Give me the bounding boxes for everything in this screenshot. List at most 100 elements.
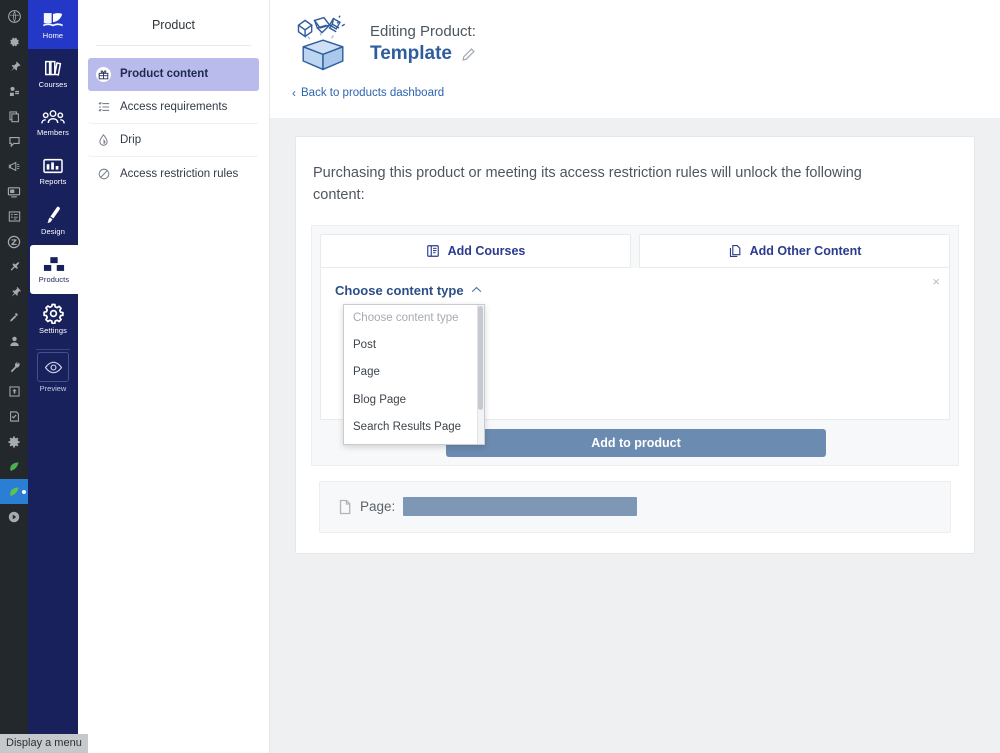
users-icon[interactable] [0,329,28,354]
dropdown-scrollbar-thumb[interactable] [478,305,483,410]
water-drop-icon [96,133,111,148]
sidebar-item-preview[interactable]: Preview [28,352,78,393]
add-to-product-button[interactable]: Add to product [446,428,826,457]
preview-label: Preview [39,384,67,393]
zero-bs-crm-icon[interactable] [0,229,28,254]
book-leaf-icon [43,12,63,26]
add-other-content-button[interactable]: Add Other Content [639,233,950,268]
dropdown-option[interactable]: Choose content type [344,305,484,332]
content-scroll-area: Purchasing this product or meeting its a… [270,118,1000,753]
sidebar-item-members[interactable]: Members [28,98,78,147]
choose-content-type-toggle[interactable]: Choose content type [335,283,482,298]
preview-icon-box [37,352,69,382]
sidebar-item-reports[interactable]: Reports [28,147,78,196]
settings-gear-icon[interactable] [0,29,28,54]
add-courses-label: Add Courses [447,243,526,258]
selected-content-label: Page: [360,499,396,515]
leaf-active-icon[interactable] [0,479,28,504]
panel-item-drip[interactable]: Drip [88,124,259,157]
dropdown-option[interactable]: Archive [344,441,484,444]
page-header-text: Editing Product: Template [370,22,476,67]
comments-icon[interactable] [0,129,28,154]
sidebar-item-label: Home [42,30,64,40]
back-to-products-dashboard-link[interactable]: ‹ Back to products dashboard [292,86,444,100]
play-circle-icon[interactable] [0,504,28,529]
add-courses-button[interactable]: Add Courses [320,233,631,268]
wordpress-logo-icon[interactable] [0,4,28,29]
checklist-icon[interactable] [0,404,28,429]
dropdown-option[interactable]: Page [344,359,484,386]
page-title: Template [370,42,476,67]
panel-item-label: Access requirements [120,101,228,113]
list-checks-icon [96,100,111,115]
product-settings-panel: Product Product content Access requireme… [78,0,270,753]
forms-icon[interactable] [0,204,28,229]
add-other-content-label: Add Other Content [749,243,862,258]
content-type-dropdown[interactable]: Choose content type Post Page Blog Page … [343,303,485,445]
chevron-left-icon: ‹ [292,86,296,100]
book-open-icon [426,244,440,258]
product-name-text: Template [370,42,453,64]
content-builder-panel: Add Courses Add Other Content × Choose c… [311,224,959,466]
panel-item-label: Drip [120,134,142,146]
dropdown-scrollbar[interactable] [477,304,484,444]
page-header: Editing Product: Template ‹ Back to prod… [270,0,1000,102]
status-tooltip: Display a menu [0,734,88,753]
page-eyebrow: Editing Product: [370,22,476,40]
dropdown-option[interactable]: Blog Page [344,387,484,414]
card-heading: Purchasing this product or meeting its a… [313,165,862,204]
selected-content-value-redacted [403,497,638,517]
selected-content-row: Page: [319,480,951,533]
plugin-plug-icon[interactable] [0,279,28,304]
sidebar-item-label: Settings [39,325,67,335]
sidebar-item-home[interactable]: Home [28,0,78,49]
open-product-box-icon [290,14,356,74]
import-export-icon[interactable] [0,379,28,404]
no-entry-icon [96,166,111,181]
leaf-status-dot [22,490,26,494]
plugin-star-icon[interactable] [0,254,28,279]
page-header-row: Editing Product: Template [290,14,1000,74]
sidebar-item-products[interactable]: Products [30,245,78,294]
media-icon[interactable] [0,79,28,104]
panel-divider [96,45,251,46]
main-content-area: Editing Product: Template ‹ Back to prod… [270,0,1000,753]
settings-gear-2-icon[interactable] [0,429,28,454]
gift-box-icon [96,66,111,82]
panel-item-access-restriction-rules[interactable]: Access restriction rules [88,157,259,190]
leaf-icon[interactable] [0,454,28,479]
panel-item-product-content[interactable]: Product content [88,58,259,91]
sidebar-item-label: Members [37,128,69,137]
tools-wrench-icon[interactable] [0,354,28,379]
sidebar-item-label: Products [38,274,70,284]
megaphone-icon[interactable] [0,154,28,179]
appearance-monitor-icon[interactable] [0,179,28,204]
pages-icon[interactable] [0,104,28,129]
dropdown-option-list: Choose content type Post Page Blog Page … [344,304,484,444]
panel-item-label: Product content [120,68,209,80]
sidebar-item-settings[interactable]: Settings [28,294,78,343]
pin-icon[interactable] [0,54,28,79]
products-boxes-icon [43,256,65,271]
document-icon [338,499,352,515]
sidebar-item-label: Design [41,227,65,236]
application-window: Home Courses Members Reports Design Prod… [0,0,1000,753]
dropdown-option[interactable]: Search Results Page [344,414,484,441]
choose-content-type-label: Choose content type [335,282,464,298]
panel-item-label: Access restriction rules [120,167,239,180]
panel-item-access-requirements[interactable]: Access requirements [88,91,259,124]
dropdown-option[interactable]: Post [344,332,484,359]
primary-navigation-sidebar: Home Courses Members Reports Design Prod… [28,0,78,753]
close-icon[interactable]: × [932,275,940,288]
sidebar-item-design[interactable]: Design [28,196,78,245]
books-icon [44,60,61,76]
plugin-tool-icon[interactable] [0,304,28,329]
eye-icon [44,361,62,373]
paintbrush-icon [47,206,60,223]
content-type-chooser: × Choose content type Choose content typ… [320,267,950,445]
pencil-icon[interactable] [461,47,476,62]
panel-title: Product [151,18,196,32]
gear-icon [42,303,64,324]
sidebar-divider [36,349,70,350]
sidebar-item-courses[interactable]: Courses [28,49,78,98]
